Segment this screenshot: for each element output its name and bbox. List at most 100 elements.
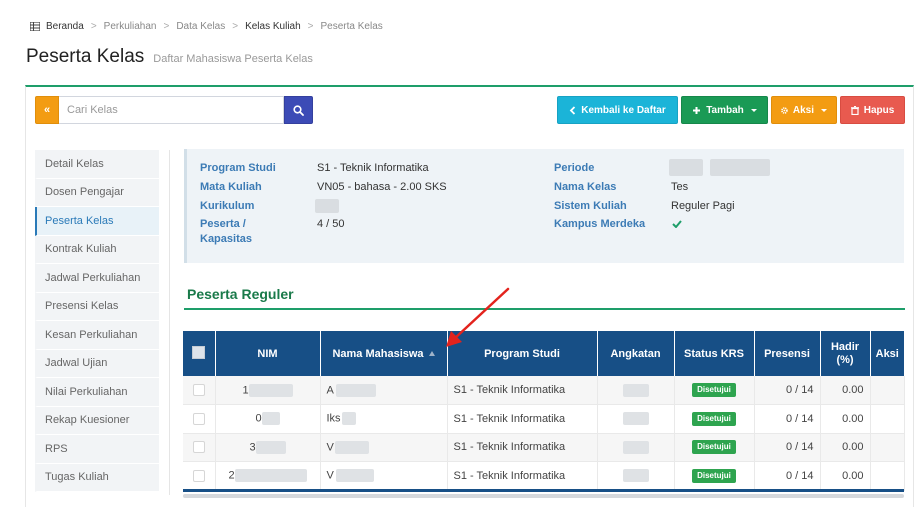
table-row: 0 Iks S1 - Teknik Informatika Disetujui … bbox=[183, 404, 905, 434]
peserta-value: 4 / 50 bbox=[317, 218, 345, 230]
row-select-cell[interactable] bbox=[183, 404, 216, 434]
angkatan-redacted bbox=[622, 412, 649, 426]
add-button-label: Tambah bbox=[706, 104, 744, 116]
side-item-nilai-perkuliahan[interactable]: Nilai Perkuliahan bbox=[35, 378, 159, 407]
breadcrumb-item-perkuliahan[interactable]: Perkuliahan bbox=[104, 21, 157, 32]
chevron-left-icon bbox=[569, 105, 576, 115]
program-studi-value: S1 - Teknik Informatika bbox=[317, 162, 429, 174]
status-badge: Disetujui bbox=[692, 440, 736, 455]
delete-button[interactable]: Hapus bbox=[840, 96, 905, 124]
row-checkbox[interactable] bbox=[192, 441, 205, 454]
angkatan-redacted bbox=[622, 440, 649, 454]
header-hadir-line1: Hadir bbox=[830, 340, 860, 353]
search-toggle-button[interactable]: « bbox=[35, 96, 59, 124]
row-checkbox[interactable] bbox=[192, 412, 205, 425]
row-select-cell[interactable] bbox=[183, 433, 216, 462]
header-status-krs[interactable]: Status KRS bbox=[674, 331, 755, 376]
side-item-rekap-kuesioner[interactable]: Rekap Kuesioner bbox=[35, 406, 159, 435]
search-input[interactable] bbox=[59, 96, 284, 124]
side-item-jadwal-ujian[interactable]: Jadwal Ujian bbox=[35, 349, 159, 378]
action-dropdown-button[interactable]: Aksi bbox=[771, 96, 837, 124]
back-to-list-button[interactable]: Kembali ke Daftar bbox=[557, 96, 678, 124]
nama-cell: V bbox=[320, 433, 448, 462]
side-item-jadwal-perkuliahan[interactable]: Jadwal Perkuliahan bbox=[35, 264, 159, 293]
breadcrumb: Beranda > Perkuliahan > Data Kelas > Kel… bbox=[30, 21, 383, 32]
select-all-checkbox[interactable] bbox=[192, 345, 206, 359]
search-button[interactable] bbox=[284, 96, 313, 124]
table-row: 3 V S1 - Teknik Informatika Disetujui 0 … bbox=[183, 433, 905, 462]
side-item-dosen-pengajar[interactable]: Dosen Pengajar bbox=[35, 178, 159, 207]
table-header-row: NIM Nama Mahasiswa Program Studi Angkata… bbox=[183, 331, 904, 376]
section-underline bbox=[184, 308, 905, 310]
hadir-cell: 0.00 bbox=[820, 376, 871, 405]
select-all-header[interactable] bbox=[183, 331, 216, 376]
prodi-cell: S1 - Teknik Informatika bbox=[447, 404, 598, 434]
presensi-cell: 0 / 14 bbox=[754, 461, 821, 491]
add-button[interactable]: Tambah bbox=[681, 96, 768, 124]
table-bottom-border bbox=[183, 489, 904, 492]
breadcrumb-item-beranda[interactable]: Beranda bbox=[46, 21, 84, 32]
mata-kuliah-label: Mata Kuliah bbox=[200, 181, 262, 193]
side-item-tugas-kuliah[interactable]: Tugas Kuliah bbox=[35, 463, 159, 492]
nama-redacted bbox=[341, 412, 356, 426]
breadcrumb-separator: > bbox=[232, 21, 239, 32]
breadcrumb-item-peserta-kelas: Peserta Kelas bbox=[320, 21, 383, 32]
side-item-kesan-perkuliahan[interactable]: Kesan Perkuliahan bbox=[35, 321, 159, 350]
status-badge: Disetujui bbox=[692, 383, 736, 397]
header-hadir[interactable]: Hadir (%) bbox=[820, 331, 871, 376]
side-item-detail-kelas[interactable]: Detail Kelas bbox=[35, 150, 159, 179]
row-checkbox[interactable] bbox=[192, 469, 205, 482]
table-scrollbar[interactable] bbox=[183, 494, 904, 498]
prodi-cell: S1 - Teknik Informatika bbox=[447, 376, 598, 405]
nim-prefix: 2 bbox=[228, 469, 235, 482]
nama-redacted bbox=[335, 469, 374, 483]
header-angkatan[interactable]: Angkatan bbox=[597, 331, 675, 376]
class-info-panel: Program Studi S1 - Teknik Informatika Ma… bbox=[184, 149, 904, 263]
table-row: 1 A S1 - Teknik Informatika Disetujui 0 … bbox=[183, 376, 905, 405]
row-select-cell[interactable] bbox=[183, 461, 216, 491]
breadcrumb-separator: > bbox=[90, 21, 97, 32]
participants-table: NIM Nama Mahasiswa Program Studi Angkata… bbox=[183, 331, 905, 491]
caret-down-icon bbox=[821, 108, 827, 112]
nama-prefix: Iks bbox=[326, 412, 341, 425]
gear-icon bbox=[781, 106, 788, 114]
row-select-cell[interactable] bbox=[183, 376, 216, 405]
delete-button-label: Hapus bbox=[863, 104, 895, 116]
angkatan-redacted bbox=[622, 383, 649, 397]
periode-value-redacted-a bbox=[669, 159, 703, 176]
nim-redacted bbox=[248, 383, 293, 397]
aksi-cell bbox=[870, 433, 905, 462]
header-nama-mahasiswa[interactable]: Nama Mahasiswa bbox=[320, 331, 448, 376]
row-checkbox[interactable] bbox=[192, 384, 205, 397]
nama-kelas-label: Nama Kelas bbox=[554, 181, 617, 193]
aksi-cell bbox=[870, 376, 905, 405]
program-studi-label: Program Studi bbox=[200, 162, 276, 174]
table-row: 2 V S1 - Teknik Informatika Disetujui 0 … bbox=[183, 461, 905, 491]
header-presensi[interactable]: Presensi bbox=[754, 331, 821, 376]
side-item-kontrak-kuliah[interactable]: Kontrak Kuliah bbox=[35, 235, 159, 264]
double-chevron-left-icon: « bbox=[43, 104, 51, 116]
caret-down-icon bbox=[750, 108, 757, 112]
red-arrow-icon bbox=[446, 287, 510, 347]
sistem-kuliah-label: Sistem Kuliah bbox=[554, 200, 627, 212]
nim-cell: 1 bbox=[215, 376, 321, 405]
breadcrumb-item-data-kelas[interactable]: Data Kelas bbox=[176, 21, 225, 32]
side-item-presensi-kelas[interactable]: Presensi Kelas bbox=[35, 292, 159, 321]
side-item-rps[interactable]: RPS bbox=[35, 435, 159, 464]
side-item-peserta-kelas[interactable]: Peserta Kelas bbox=[35, 207, 159, 236]
hadir-cell: 0.00 bbox=[820, 404, 871, 434]
prodi-cell: S1 - Teknik Informatika bbox=[447, 433, 598, 462]
kampus-merdeka-label: Kampus Merdeka bbox=[554, 218, 646, 230]
breadcrumb-item-kelas-kuliah[interactable]: Kelas Kuliah bbox=[245, 21, 301, 32]
presensi-cell: 0 / 14 bbox=[754, 376, 821, 405]
status-cell: Disetujui bbox=[674, 376, 755, 405]
sistem-kuliah-value: Reguler Pagi bbox=[671, 200, 735, 212]
hadir-cell: 0.00 bbox=[820, 461, 871, 491]
header-nim[interactable]: NIM bbox=[215, 331, 321, 376]
nama-prefix: V bbox=[326, 441, 334, 454]
vertical-divider bbox=[169, 150, 170, 495]
kurikulum-label: Kurikulum bbox=[200, 200, 255, 212]
nim-cell: 2 bbox=[215, 461, 321, 491]
nama-prefix: V bbox=[326, 469, 334, 482]
page-header: Peserta Kelas Daftar Mahasiswa Peserta K… bbox=[26, 46, 313, 68]
